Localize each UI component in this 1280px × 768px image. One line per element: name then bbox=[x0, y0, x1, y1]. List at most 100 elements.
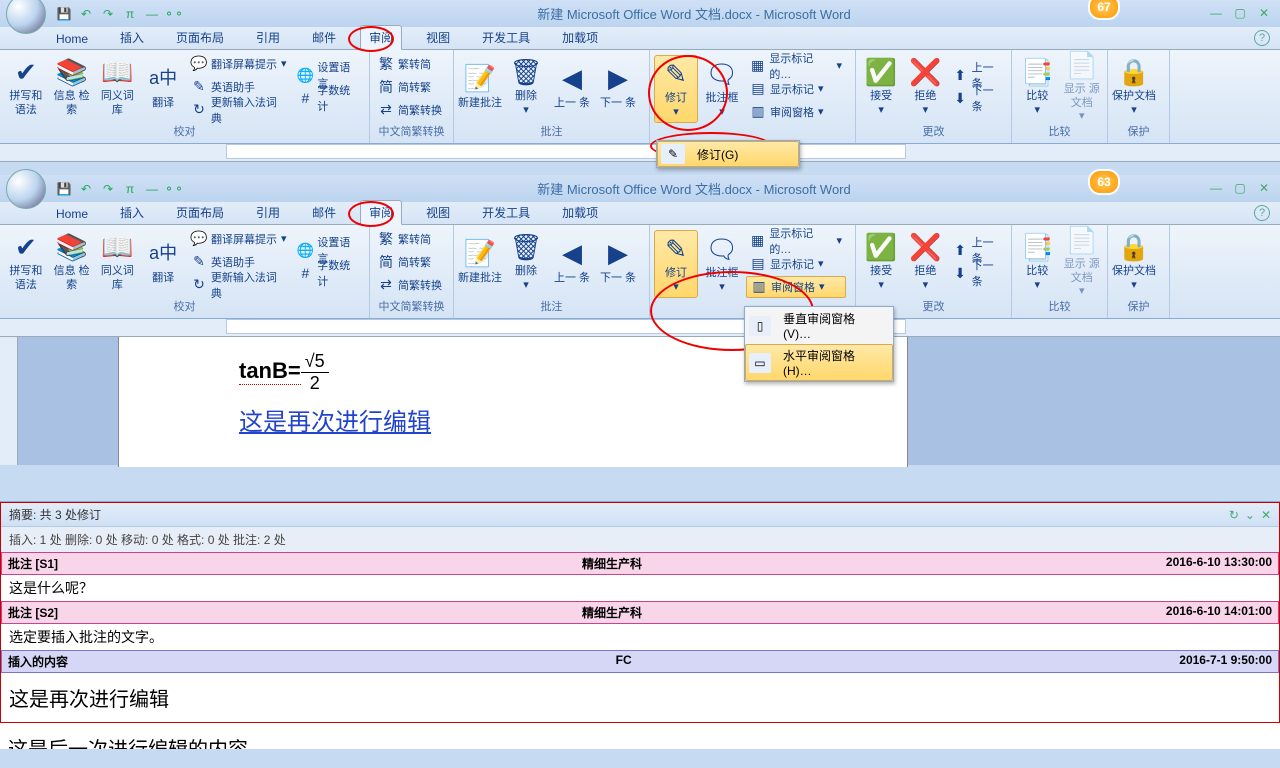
minimize-button[interactable]: — bbox=[1206, 6, 1226, 22]
track-button[interactable]: ✎修订 ▾ bbox=[654, 55, 698, 123]
show-markup-button[interactable]: ▤显示标记 ▾ bbox=[746, 253, 846, 275]
show-markup-final-button[interactable]: ▦显示标记的… ▾ bbox=[746, 55, 846, 77]
protect-button[interactable]: 🔒保护文档 ▾ bbox=[1112, 53, 1156, 121]
prev-comment-button[interactable]: ◀上一 条 bbox=[550, 53, 594, 121]
balloon-button[interactable]: 🗨批注框 ▾ bbox=[700, 55, 744, 123]
translate-button[interactable]: a中翻译 bbox=[141, 228, 185, 296]
tab-dev[interactable]: 开发工具 bbox=[474, 26, 538, 49]
pi-icon[interactable]: π bbox=[122, 6, 138, 22]
scconv-button[interactable]: ⇄简繁转换 bbox=[374, 99, 449, 121]
redo-icon[interactable]: ↷ bbox=[100, 6, 116, 22]
thesaurus-button[interactable]: 📖同义词库 bbox=[96, 228, 140, 296]
balloon-button[interactable]: 🗨批注框 ▾ bbox=[700, 230, 744, 298]
prev-comment-button[interactable]: ◀上一 条 bbox=[550, 228, 594, 296]
tab-addin[interactable]: 加载项 bbox=[554, 201, 606, 224]
help-icon[interactable]: ? bbox=[1254, 205, 1270, 221]
next-comment-button[interactable]: ▶下一 条 bbox=[596, 228, 640, 296]
tab-dev[interactable]: 开发工具 bbox=[474, 201, 538, 224]
help-icon[interactable]: ? bbox=[1254, 30, 1270, 46]
close-pane-icon[interactable]: ✕ bbox=[1261, 508, 1271, 522]
tab-review[interactable]: 审阅 bbox=[360, 25, 402, 50]
save-icon[interactable]: 💾 bbox=[56, 6, 72, 22]
minimize-button[interactable]: — bbox=[1206, 181, 1226, 197]
tab-reference[interactable]: 引用 bbox=[248, 26, 288, 49]
delete-button[interactable]: 🗑删除 ▾ bbox=[504, 53, 548, 121]
accept-button[interactable]: ✅接受 ▾ bbox=[860, 53, 902, 121]
show-markup-final-button[interactable]: ▦显示标记的… ▾ bbox=[746, 230, 846, 252]
close-button[interactable]: ✕ bbox=[1254, 181, 1274, 197]
undo-icon[interactable]: ↶ bbox=[78, 181, 94, 197]
compare-button[interactable]: 📑比较 ▾ bbox=[1016, 228, 1059, 296]
tab-view[interactable]: 视图 bbox=[418, 26, 458, 49]
hierarchy-icon[interactable]: ⚬⚬ bbox=[166, 6, 182, 22]
sc2tc-button[interactable]: 繁繁转简 bbox=[374, 228, 449, 250]
hierarchy-icon[interactable]: ⚬⚬ bbox=[166, 181, 182, 197]
comment-s2-header[interactable]: 批注 [S2] 精细生产科 2016-6-10 14:01:00 bbox=[1, 601, 1279, 624]
refresh-icon[interactable]: ↻ bbox=[1229, 508, 1239, 522]
research-button[interactable]: 📚信息 检索 bbox=[50, 53, 94, 121]
menu-horizontal-pane[interactable]: ▭水平审阅窗格(H)… bbox=[745, 344, 893, 381]
tab-review[interactable]: 审阅 bbox=[360, 200, 402, 225]
maximize-button[interactable]: ▢ bbox=[1230, 6, 1250, 22]
tab-view[interactable]: 视图 bbox=[418, 201, 458, 224]
review-pane-button[interactable]: ▥审阅窗格 ▾ bbox=[746, 276, 846, 298]
tab-layout[interactable]: 页面布局 bbox=[168, 26, 232, 49]
review-pane-button[interactable]: ▥审阅窗格 ▾ bbox=[746, 101, 846, 123]
collapse-icon[interactable]: ⌄ bbox=[1245, 508, 1255, 522]
tab-home[interactable]: Home bbox=[48, 204, 96, 224]
screentip-button[interactable]: 💬翻译屏幕提示 ▾ bbox=[187, 228, 291, 250]
insert-header[interactable]: 插入的内容 FC 2016-7-1 9:50:00 bbox=[1, 650, 1279, 673]
tab-home[interactable]: Home bbox=[48, 29, 96, 49]
tab-insert[interactable]: 插入 bbox=[112, 201, 152, 224]
next-change-button[interactable]: ⬇下一条 bbox=[948, 262, 1007, 284]
comment-s1-header[interactable]: 批注 [S1] 精细生产科 2016-6-10 13:30:00 bbox=[1, 552, 1279, 575]
update-ime-button[interactable]: ↻更新输入法词典 bbox=[187, 99, 291, 121]
edit-line[interactable]: 这是再次进行编辑 bbox=[239, 402, 787, 437]
tab-layout[interactable]: 页面布局 bbox=[168, 201, 232, 224]
menu-vertical-pane[interactable]: ▯垂直审阅窗格(V)… bbox=[745, 307, 893, 344]
office-button[interactable] bbox=[6, 169, 46, 209]
ribbon-tabs: Home 插入 页面布局 引用 邮件 审阅 视图 开发工具 加载项 ? bbox=[0, 27, 1280, 50]
next-change-button[interactable]: ⬇下一条 bbox=[948, 87, 1007, 109]
show-markup-button[interactable]: ▤显示标记 ▾ bbox=[746, 78, 846, 100]
compare-button[interactable]: 📑比较 ▾ bbox=[1016, 53, 1059, 121]
update-ime-button[interactable]: ↻更新输入法词典 bbox=[187, 274, 291, 296]
reject-button[interactable]: ❌拒绝 ▾ bbox=[904, 228, 946, 296]
pi-icon[interactable]: π bbox=[122, 181, 138, 197]
tab-insert[interactable]: 插入 bbox=[112, 26, 152, 49]
translate-button[interactable]: a中翻译 bbox=[141, 53, 185, 121]
group-protect-label: 保护 bbox=[1112, 121, 1165, 141]
showsrc-button: 📄显示 源文档 ▾ bbox=[1061, 53, 1104, 121]
newcomment-button[interactable]: 📝新建批注 bbox=[458, 228, 502, 296]
maximize-button[interactable]: ▢ bbox=[1230, 181, 1250, 197]
tab-reference[interactable]: 引用 bbox=[248, 201, 288, 224]
track-button[interactable]: ✎修订 ▾ bbox=[654, 230, 698, 298]
save-icon[interactable]: 💾 bbox=[56, 181, 72, 197]
research-button[interactable]: 📚信息 检索 bbox=[50, 228, 94, 296]
delete-button[interactable]: 🗑删除 ▾ bbox=[504, 228, 548, 296]
dash-icon[interactable]: — bbox=[144, 181, 160, 197]
dash-icon[interactable]: — bbox=[144, 6, 160, 22]
spell-button[interactable]: ✔拼写和 语法 bbox=[4, 228, 48, 296]
accept-button[interactable]: ✅接受 ▾ bbox=[860, 228, 902, 296]
tc2sc-button[interactable]: 简简转繁 bbox=[374, 251, 449, 273]
tc2sc-button[interactable]: 简简转繁 bbox=[374, 76, 449, 98]
tab-mail[interactable]: 邮件 bbox=[304, 201, 344, 224]
redo-icon[interactable]: ↷ bbox=[100, 181, 116, 197]
spell-button[interactable]: ✔拼写和 语法 bbox=[4, 53, 48, 121]
menu-track-g[interactable]: ✎修订(G) bbox=[657, 141, 799, 167]
sc2tc-button[interactable]: 繁繁转简 bbox=[374, 53, 449, 75]
thesaurus-button[interactable]: 📖同义词库 bbox=[96, 53, 140, 121]
reject-button[interactable]: ❌拒绝 ▾ bbox=[904, 53, 946, 121]
protect-button[interactable]: 🔒保护文档 ▾ bbox=[1112, 228, 1156, 296]
wordcount-button[interactable]: #字数统计 bbox=[293, 87, 365, 109]
newcomment-button[interactable]: 📝新建批注 bbox=[458, 53, 502, 121]
screentip-button[interactable]: 💬翻译屏幕提示 ▾ bbox=[187, 53, 291, 75]
next-comment-button[interactable]: ▶下一 条 bbox=[596, 53, 640, 121]
undo-icon[interactable]: ↶ bbox=[78, 6, 94, 22]
tab-mail[interactable]: 邮件 bbox=[304, 26, 344, 49]
tab-addin[interactable]: 加载项 bbox=[554, 26, 606, 49]
close-button[interactable]: ✕ bbox=[1254, 6, 1274, 22]
wordcount-button[interactable]: #字数统计 bbox=[293, 262, 365, 284]
scconv-button[interactable]: ⇄简繁转换 bbox=[374, 274, 449, 296]
